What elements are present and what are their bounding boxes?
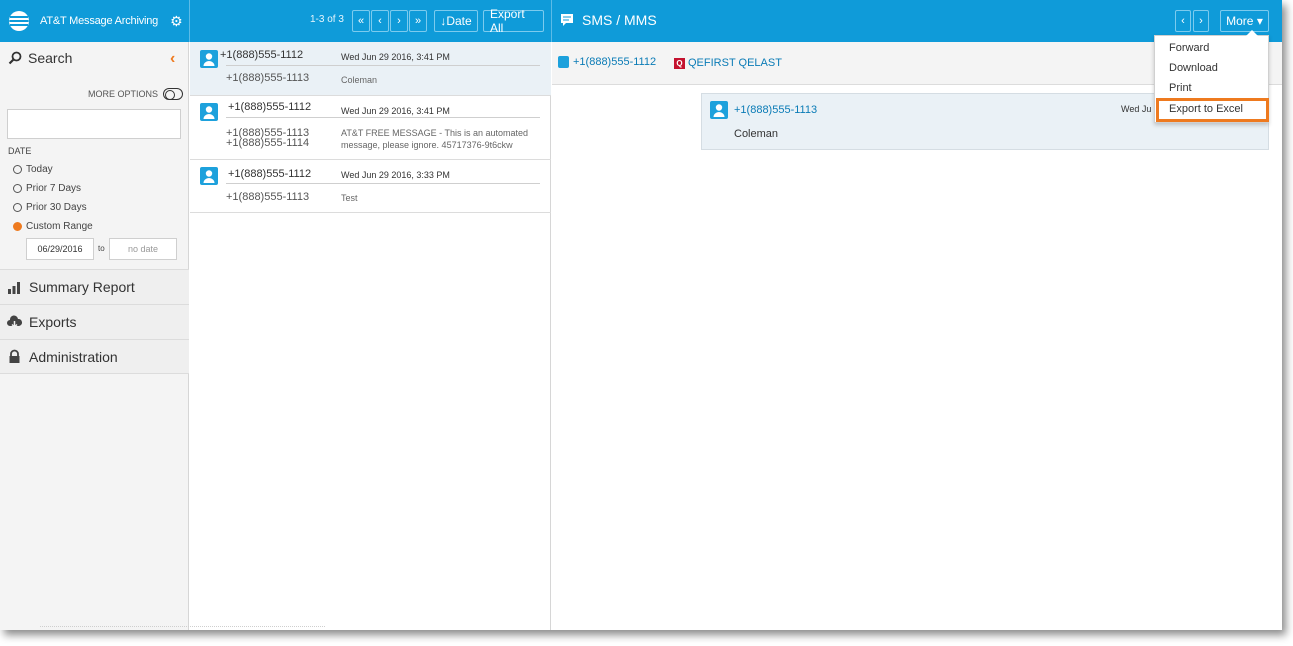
date-label: DATE [8, 146, 32, 156]
menu-item-print[interactable]: Print [1169, 82, 1192, 94]
message-from: +1(888)555-1112 [228, 101, 312, 113]
detail-to[interactable]: Q QEFIRST QELAST [674, 57, 782, 69]
settings-gear-icon[interactable]: ⚙ [170, 13, 183, 30]
date-option-label: Today [26, 164, 53, 175]
date-option-prior-7-days[interactable]: Prior 7 Days [13, 183, 81, 194]
sidebar: Search ‹ MORE OPTIONS DATE Today Prior 7… [0, 42, 189, 630]
message-from: +1(888)555-1112 [220, 49, 304, 61]
range-start-input[interactable]: 06/29/2016 [26, 238, 94, 260]
search-icon [8, 51, 22, 65]
date-option-label: Custom Range [26, 221, 93, 232]
message-list: +1(888)555-1112 +1(888)555-1113 Wed Jun … [190, 42, 551, 630]
sort-date-button[interactable]: ↓ Date [434, 10, 478, 32]
bubble-date: Wed Ju [1121, 104, 1152, 114]
more-menu: Forward Download Print Export to Excel [1154, 30, 1269, 123]
collapse-sidebar-icon[interactable]: ‹ [170, 50, 175, 68]
message-detail: +1(888)555-1112 Q QEFIRST QELAST +1(888)… [552, 42, 1282, 630]
contact-avatar-icon [558, 56, 569, 68]
page-count: 1-3 of 3 [310, 14, 344, 25]
lock-icon [9, 349, 20, 363]
divider [189, 0, 190, 42]
message-date: Wed Jun 29 2016, 3:41 PM [341, 106, 450, 116]
bubble-from[interactable]: +1(888)555-1113 [734, 104, 817, 116]
radio-icon[interactable] [13, 165, 22, 174]
message-preview: Coleman [341, 75, 378, 85]
nav-administration[interactable]: Administration [0, 339, 189, 374]
detail-title-text: SMS / MMS [582, 12, 657, 28]
message-row[interactable]: +1(888)555-1112 +1(888)555-1113 Wed Jun … [190, 160, 551, 213]
brand: AT&T Message Archiving ⚙ [8, 10, 183, 32]
divider [226, 117, 540, 118]
cloud-download-icon [7, 315, 22, 328]
divider [226, 65, 540, 66]
radio-icon[interactable] [13, 184, 22, 193]
radio-icon[interactable] [13, 203, 22, 212]
first-page-button[interactable]: « [352, 10, 370, 32]
contact-avatar-icon [710, 101, 728, 119]
search-input[interactable] [7, 109, 181, 139]
date-option-custom-range[interactable]: Custom Range [13, 221, 93, 232]
toggle-switch-icon[interactable] [163, 88, 184, 100]
nav-label: Summary Report [29, 279, 135, 295]
next-page-button[interactable]: › [390, 10, 408, 32]
bottom-tab-strip [40, 626, 325, 630]
bubble-text: Coleman [734, 128, 779, 140]
message-from: +1(888)555-1112 [228, 168, 312, 180]
last-page-button[interactable]: » [409, 10, 427, 32]
message-to: +1(888)555-1114 [226, 137, 310, 149]
chevron-down-icon: ▾ [1256, 14, 1263, 28]
range-end-input[interactable]: no date [109, 238, 177, 260]
range-to-label: to [98, 244, 105, 253]
more-options-toggle[interactable]: MORE OPTIONS [88, 88, 184, 100]
prev-page-button[interactable]: ‹ [371, 10, 389, 32]
message-row[interactable]: +1(888)555-1112 +1(888)555-1113 Wed Jun … [190, 42, 551, 96]
menu-item-export-to-excel[interactable]: Export to Excel [1169, 103, 1243, 115]
date-option-label: Prior 30 Days [26, 202, 87, 213]
att-globe-icon [9, 11, 29, 31]
message-to: +1(888)555-1113 [226, 191, 310, 203]
more-label: More [1226, 14, 1254, 28]
brand-name: AT&T Message Archiving [40, 15, 159, 27]
detail-title: SMS / MMS [560, 12, 657, 28]
message-preview: Test [341, 193, 358, 203]
date-option-prior-30-days[interactable]: Prior 30 Days [13, 202, 87, 213]
menu-item-forward[interactable]: Forward [1169, 42, 1209, 54]
detail-prev-button[interactable]: ‹ [1175, 10, 1191, 32]
divider [226, 183, 540, 184]
export-all-button[interactable]: Export All [483, 7, 544, 35]
search-title: Search [28, 50, 73, 66]
date-option-today[interactable]: Today [13, 164, 53, 175]
search-header: Search [8, 50, 72, 66]
divider [551, 0, 552, 42]
message-row[interactable]: +1(888)555-1112 +1(888)555-1113 +1(888)5… [190, 96, 551, 160]
contact-avatar-icon [200, 167, 218, 185]
contact-avatar-icon [200, 103, 218, 121]
user-badge-icon: Q [674, 57, 685, 69]
detail-next-button[interactable]: › [1193, 10, 1209, 32]
more-button[interactable]: More ▾ [1220, 10, 1269, 32]
nav-summary-report[interactable]: Summary Report [0, 269, 189, 304]
detail-from[interactable]: +1(888)555-1112 [558, 56, 656, 68]
app-window: AT&T Message Archiving ⚙ 1-3 of 3 « ‹ › … [0, 0, 1282, 630]
radio-selected-icon[interactable] [13, 222, 22, 231]
message-to: +1(888)555-1113 [226, 72, 310, 84]
top-bar: AT&T Message Archiving ⚙ 1-3 of 3 « ‹ › … [0, 0, 1282, 42]
sort-label: Date [446, 14, 472, 28]
nav-label: Administration [29, 348, 118, 365]
detail-to-name: QEFIRST QELAST [688, 57, 782, 69]
more-options-label: MORE OPTIONS [88, 89, 159, 99]
nav-exports[interactable]: Exports [0, 304, 189, 339]
detail-from-number: +1(888)555-1112 [573, 56, 657, 68]
message-preview: AT&T FREE MESSAGE - This is an automated… [341, 128, 529, 150]
chat-bubble-icon [561, 14, 573, 26]
menu-item-download[interactable]: Download [1169, 62, 1218, 74]
message-date: Wed Jun 29 2016, 3:33 PM [341, 170, 450, 180]
date-option-label: Prior 7 Days [26, 183, 82, 194]
contact-avatar-icon [200, 50, 218, 68]
bar-chart-icon [8, 281, 20, 294]
nav-label: Exports [29, 314, 77, 330]
message-date: Wed Jun 29 2016, 3:41 PM [341, 52, 450, 62]
